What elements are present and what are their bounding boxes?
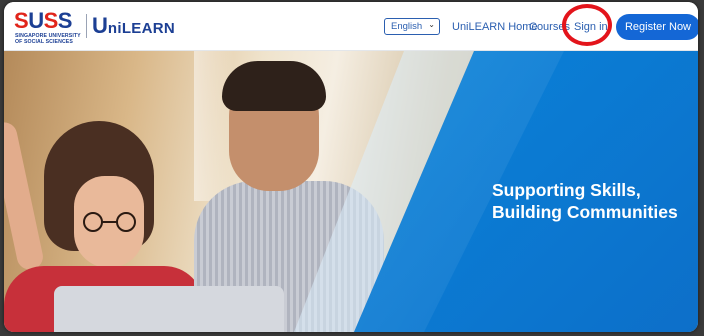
language-select[interactable]: English ⌄: [384, 18, 440, 35]
sign-in-highlight-annotation: [562, 4, 612, 46]
hero-banner: Supporting Skills, Building Communities: [4, 51, 698, 332]
unilearn-logo[interactable]: UniLEARN: [92, 15, 175, 39]
suss-logo-subtitle: SINGAPORE UNIVERSITY OF SOCIAL SCIENCES: [15, 33, 81, 45]
browser-frame: SUSS SINGAPORE UNIVERSITY OF SOCIAL SCIE…: [4, 2, 698, 332]
hero-photo-woman-glasses: [83, 212, 136, 232]
suss-logo-wordmark: SUSS: [14, 8, 72, 33]
chevron-down-icon: ⌄: [428, 20, 435, 29]
register-now-button[interactable]: Register Now: [616, 14, 698, 40]
hero-heading-line-1: Supporting Skills,: [492, 180, 641, 200]
suss-logo[interactable]: SUSS SINGAPORE UNIVERSITY OF SOCIAL SCIE…: [14, 10, 84, 46]
hero-heading: Supporting Skills, Building Communities: [492, 179, 692, 223]
logo-divider: [86, 14, 87, 38]
hero-heading-line-2: Building Communities: [492, 202, 678, 222]
nav-link-unilearn-home[interactable]: UniLEARN Home: [452, 21, 538, 33]
language-select-value: English: [391, 21, 423, 32]
hero-photo-window-light: [194, 51, 234, 201]
hero-photo-laptop: [54, 286, 284, 332]
top-navigation-bar: SUSS SINGAPORE UNIVERSITY OF SOCIAL SCIE…: [4, 2, 698, 51]
hero-photo-man-hair: [222, 61, 326, 111]
